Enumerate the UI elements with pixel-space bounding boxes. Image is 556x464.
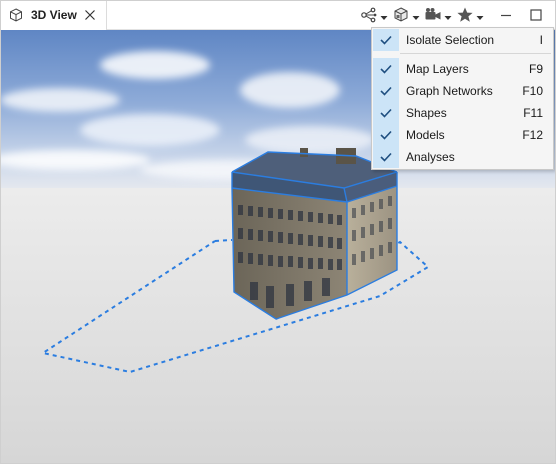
checkmark-icon bbox=[373, 58, 399, 80]
menu-item-label: Map Layers bbox=[406, 62, 469, 76]
visibility-dropdown-menu: Isolate Selection I Map Layers F9 Graph … bbox=[371, 27, 554, 170]
graph-network-button[interactable] bbox=[360, 5, 388, 25]
checkmark-icon bbox=[373, 124, 399, 146]
chevron-down-icon bbox=[412, 11, 420, 20]
menu-item-label: Models bbox=[406, 128, 445, 142]
chevron-down-icon bbox=[476, 11, 484, 20]
checkmark-icon bbox=[373, 80, 399, 102]
maximize-icon[interactable] bbox=[528, 7, 544, 23]
menu-item-analyses[interactable]: Analyses bbox=[372, 146, 553, 168]
bookmarks-button[interactable] bbox=[456, 5, 484, 25]
menu-item-shortcut: I bbox=[539, 33, 543, 47]
menu-item-models[interactable]: Models F12 bbox=[372, 124, 553, 146]
layers-button[interactable] bbox=[392, 5, 420, 25]
view-tab-bar: 3D View bbox=[0, 0, 556, 30]
close-icon[interactable] bbox=[84, 9, 96, 21]
menu-item-label: Analyses bbox=[406, 150, 455, 164]
star-icon bbox=[456, 6, 474, 24]
menu-item-isolate-selection[interactable]: Isolate Selection I bbox=[372, 29, 553, 51]
menu-item-shortcut: F10 bbox=[522, 84, 543, 98]
tab-3d-view[interactable]: 3D View bbox=[0, 0, 107, 30]
menu-item-shortcut: F11 bbox=[523, 106, 543, 120]
cube-outline-icon bbox=[9, 8, 23, 22]
menu-item-shortcut: F9 bbox=[528, 62, 543, 76]
chevron-down-icon bbox=[380, 11, 388, 20]
menu-item-map-layers[interactable]: Map Layers F9 bbox=[372, 58, 553, 80]
checkmark-icon bbox=[373, 102, 399, 124]
checkmark-icon bbox=[373, 146, 399, 168]
view-toolbar bbox=[356, 5, 544, 25]
layers-cube-icon bbox=[392, 6, 410, 24]
chevron-down-icon bbox=[444, 11, 452, 20]
menu-item-graph-networks[interactable]: Graph Networks F10 bbox=[372, 80, 553, 102]
menu-item-shapes[interactable]: Shapes F11 bbox=[372, 102, 553, 124]
camera-button[interactable] bbox=[424, 5, 452, 25]
graph-network-icon bbox=[360, 6, 378, 24]
menu-item-label: Graph Networks bbox=[406, 84, 493, 98]
menu-separator bbox=[400, 53, 551, 54]
menu-item-shortcut: F12 bbox=[522, 128, 543, 142]
menu-item-label: Shapes bbox=[406, 106, 447, 120]
camera-icon bbox=[424, 6, 442, 24]
menu-item-label: Isolate Selection bbox=[406, 33, 495, 47]
checkmark-icon bbox=[373, 29, 399, 51]
minimize-icon[interactable] bbox=[498, 7, 514, 23]
tab-title: 3D View bbox=[31, 8, 77, 22]
